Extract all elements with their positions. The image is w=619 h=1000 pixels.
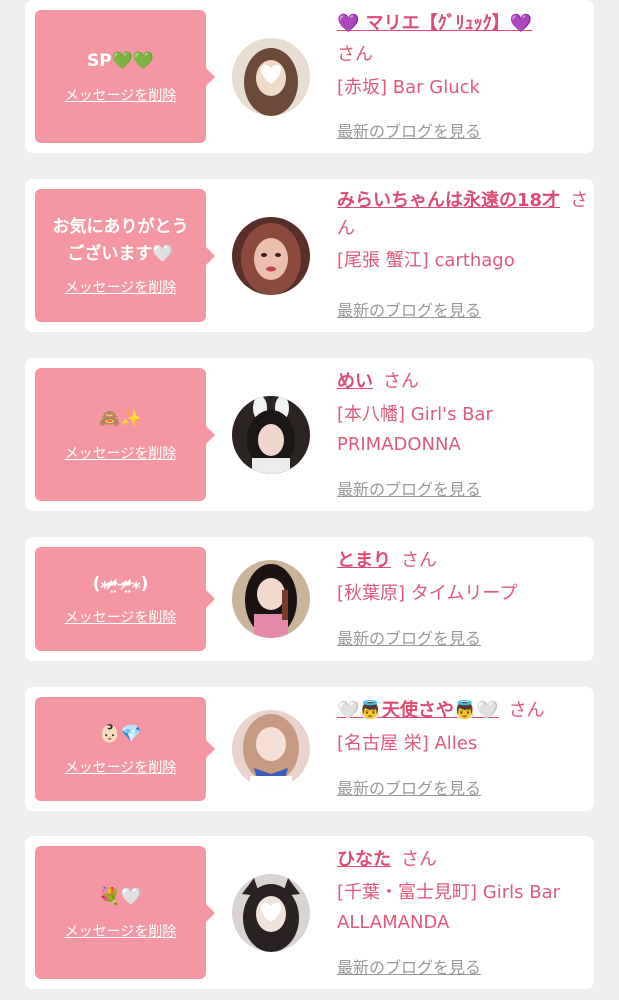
delete-message-link[interactable]: メッセージを削除 [65,921,177,941]
delete-message-link[interactable]: メッセージを削除 [65,85,177,105]
favorite-card: 🙈✨ メッセージを削除 めい さん [本八幡] Girl's Bar PRIMAD… [25,358,594,511]
message-bubble: 👶🏻💎 メッセージを削除 [35,697,215,801]
delete-message-link[interactable]: メッセージを削除 [65,443,177,463]
delete-message-link[interactable]: メッセージを削除 [65,607,177,627]
latest-blog-link[interactable]: 最新のブログを見る [337,297,481,321]
honorific: さん [383,371,419,392]
message-bubble: (⁎ᵕ̴̶̷̤ ᵕ̴̶̷̤⁎) メッセージを削除 [35,547,215,651]
name-line: とまり さん [337,545,589,576]
cast-info: 💜 マリエ【ｸﾞﾘｭｯｸ】💜 さん [赤坂] Bar Gluck [337,8,589,103]
honorific: さん [508,700,545,721]
cast-name-link[interactable]: めい [337,371,373,392]
cast-info: ひなた さん [千葉・富士見町] Girls Bar ALLAMANDA [337,844,589,938]
cast-name-link[interactable]: 🤍👼天使さや👼🤍 [337,700,499,721]
message-text: SP💚💚 [86,51,155,72]
avatar[interactable] [232,710,310,788]
cast-name-link[interactable]: ひなた [337,849,391,870]
honorific: さん [401,849,437,870]
message-text: (⁎ᵕ̴̶̷̤ ᵕ̴̶̷̤⁎) [92,573,149,594]
message-text: お気にありがとう ございます🤍 [52,217,189,264]
cast-info: みらいちゃんは永遠の18才 さん [尾張 蟹江] carthago [337,187,589,276]
name-line: みらいちゃんは永遠の18才 さん [337,187,589,243]
delete-message-link[interactable]: メッセージを削除 [65,757,177,777]
message-text: 💐🤍 [99,887,142,908]
message-bubble: 💐🤍 メッセージを削除 [35,846,215,979]
latest-blog-link[interactable]: 最新のブログを見る [337,775,481,799]
cast-info: とまり さん [秋葉原] タイムリープ [337,545,589,609]
message-bubble: 🙈✨ メッセージを削除 [35,368,215,501]
favorite-card: 👶🏻💎 メッセージを削除 🤍👼天使さや👼🤍 さん [名古屋 栄] Alles 最新… [25,687,594,811]
cast-info: 🤍👼天使さや👼🤍 さん [名古屋 栄] Alles [337,695,597,759]
shop-name: [名古屋 栄] Alles [337,733,478,754]
honorific: さん [337,44,373,65]
favorite-card: (⁎ᵕ̴̶̷̤ ᵕ̴̶̷̤⁎) メッセージを削除 とまり さん [秋葉原] タイム… [25,537,594,661]
favorite-card: 💐🤍 メッセージを削除 ひなた さん [千葉・富士見町] Girls Bar AL… [25,836,594,989]
message-bubble: お気にありがとう ございます🤍 メッセージを削除 [35,189,215,322]
name-line: ひなた さん [337,844,589,875]
name-line: 💜 マリエ【ｸﾞﾘｭｯｸ】💜 [337,8,589,39]
delete-message-link[interactable]: メッセージを削除 [65,277,177,297]
cast-info: めい さん [本八幡] Girl's Bar PRIMADONNA [337,366,589,460]
favorite-card: SP💚💚 メッセージを削除 💜 マリエ【ｸﾞﾘｭｯｸ】💜 さん [赤坂] Bar… [25,0,594,153]
shop-name: [千葉・富士見町] Girls Bar ALLAMANDA [337,882,560,933]
avatar[interactable] [232,217,310,295]
name-line: 🤍👼天使さや👼🤍 さん [337,695,597,726]
avatar[interactable] [232,874,310,952]
message-text: 👶🏻💎 [99,723,142,744]
latest-blog-link[interactable]: 最新のブログを見る [337,118,481,142]
avatar[interactable] [232,396,310,474]
shop-name: [秋葉原] タイムリープ [337,583,518,604]
shop-name: [尾張 蟹江] carthago [337,250,515,271]
avatar[interactable] [232,560,310,638]
favorite-card: お気にありがとう ございます🤍 メッセージを削除 みらいちゃんは永遠の18才 さん… [25,179,594,332]
avatar[interactable] [232,38,310,116]
latest-blog-link[interactable]: 最新のブログを見る [337,954,481,978]
shop-name: [本八幡] Girl's Bar PRIMADONNA [337,404,493,455]
cast-name-link[interactable]: みらいちゃんは永遠の18才 [337,190,560,211]
honorific: さん [401,550,437,571]
message-text: 🙈✨ [99,409,142,430]
cast-name-link[interactable]: とまり [337,550,391,571]
name-line: めい さん [337,366,589,397]
shop-name: [赤坂] Bar Gluck [337,77,480,98]
cast-name-link[interactable]: 💜 マリエ【ｸﾞﾘｭｯｸ】💜 [337,13,532,34]
latest-blog-link[interactable]: 最新のブログを見る [337,625,481,649]
latest-blog-link[interactable]: 最新のブログを見る [337,476,481,500]
message-bubble: SP💚💚 メッセージを削除 [35,10,215,143]
name-line: さん [337,39,589,70]
